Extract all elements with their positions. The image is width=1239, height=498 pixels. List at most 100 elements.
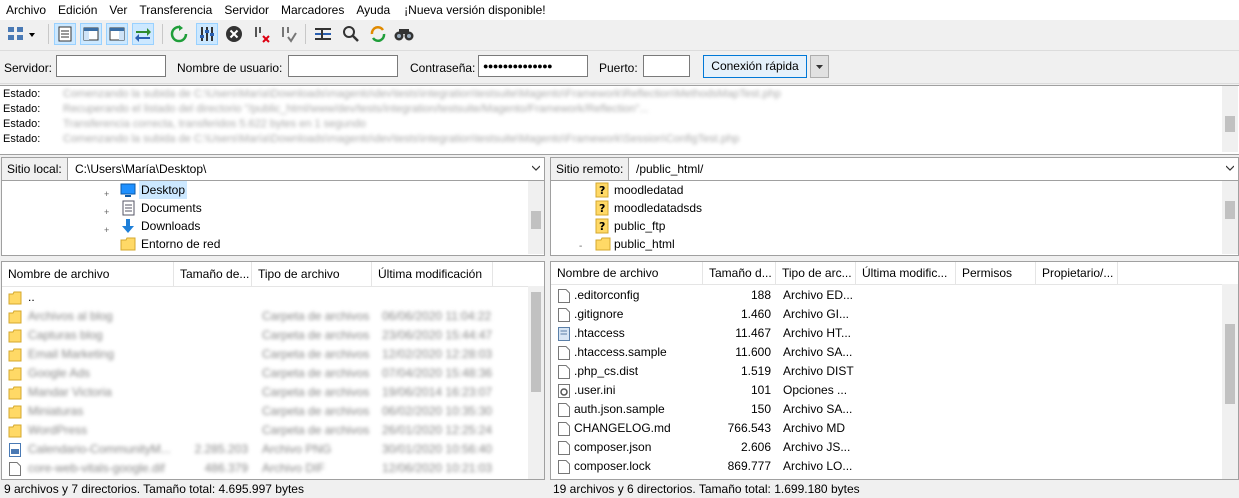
file-modified: 06/06/2020 11:04:22 xyxy=(382,309,492,323)
local-site-path[interactable]: C:\Users\María\Desktop\ xyxy=(75,158,206,180)
site-manager-button[interactable] xyxy=(4,23,38,45)
folder-icon xyxy=(8,424,22,438)
password-input[interactable]: ●●●●●●●●●●●●●● xyxy=(478,55,588,77)
file-name: .user.ini xyxy=(574,383,616,397)
tree-expander[interactable]: + xyxy=(104,185,109,203)
chevron-down-icon[interactable] xyxy=(532,164,540,172)
quickconnect-button[interactable]: Conexión rápida xyxy=(703,55,807,78)
log-label: Estado: xyxy=(3,118,41,130)
disconnect-button[interactable] xyxy=(251,23,273,45)
file-type: Carpeta de archivos xyxy=(262,309,370,323)
column-header-filename[interactable]: Nombre de archivo xyxy=(2,262,174,286)
search-button[interactable] xyxy=(393,23,415,45)
menu-marcadores[interactable]: Marcadores xyxy=(275,0,350,20)
table-row[interactable]: .php_cs.dist 1.519 Archivo DIST xyxy=(551,362,1238,381)
menu-edicion[interactable]: Edición xyxy=(52,0,103,20)
table-row[interactable]: Archivos al blog Carpeta de archivos 06/06… xyxy=(2,307,544,326)
table-row[interactable]: Google Ads Carpeta de archivos 07/04/2020 … xyxy=(2,364,544,383)
process-queue-button[interactable] xyxy=(196,23,218,45)
column-header-filename[interactable]: Nombre de archivo xyxy=(551,262,703,284)
table-row[interactable]: composer.json 2.606 Archivo JS... xyxy=(551,438,1238,457)
scrollbar-thumb[interactable] xyxy=(1225,324,1235,404)
column-header-type[interactable]: Tipo de arc... xyxy=(776,262,856,284)
tree-item-label: moodledatadsds xyxy=(614,201,703,215)
column-header-modified[interactable]: Última modific... xyxy=(856,262,956,284)
table-row[interactable]: auth.json.sample 150 Archivo SA... xyxy=(551,400,1238,419)
unknown-folder-icon: ? xyxy=(595,218,609,234)
scrollbar-thumb[interactable] xyxy=(1225,116,1235,132)
table-row[interactable]: core-web-vitals-google.dif 486.379 Archivo… xyxy=(2,459,544,478)
tree-expander[interactable]: - xyxy=(579,238,582,255)
reconnect-button[interactable] xyxy=(277,23,299,45)
remote-tree-scrollbar[interactable] xyxy=(1222,181,1238,254)
table-row[interactable]: composer.lock 869.777 Archivo LO... xyxy=(551,457,1238,476)
column-header-type[interactable]: Tipo de archivo xyxy=(252,262,372,286)
local-file-scrollbar[interactable] xyxy=(528,286,544,479)
table-row[interactable]: .gitignore 1.460 Archivo GI... xyxy=(551,305,1238,324)
file-name: composer.json xyxy=(574,440,652,454)
file-type: Carpeta de archivos xyxy=(262,347,370,361)
file-name: Calendario-CommunityM... xyxy=(28,442,171,456)
toggle-queue-button[interactable] xyxy=(132,23,154,45)
file-name: .gitignore xyxy=(574,307,624,321)
scrollbar-thumb[interactable] xyxy=(1225,201,1235,219)
column-header-owner[interactable]: Propietario/... xyxy=(1036,262,1118,284)
log-scrollbar[interactable] xyxy=(1222,86,1238,152)
column-header-size[interactable]: Tamaño d... xyxy=(703,262,776,284)
table-row[interactable]: .. xyxy=(2,288,544,307)
column-header-modified[interactable]: Última modificación xyxy=(372,262,493,286)
username-input[interactable] xyxy=(288,55,398,77)
scrollbar-thumb[interactable] xyxy=(531,292,541,392)
table-row[interactable]: Mandar Victoria Carpeta de archivos 19/06/… xyxy=(2,383,544,402)
table-row[interactable]: Calendario-CommunityM... 2.285.203 Archivo… xyxy=(2,440,544,459)
cancel-button[interactable] xyxy=(223,23,245,45)
filename-filter-button[interactable] xyxy=(312,23,334,45)
table-row[interactable]: Miniaturas Carpeta de archivos 06/02/2020 … xyxy=(2,402,544,421)
file-type: Archivo ED... xyxy=(783,288,854,302)
compare-button[interactable] xyxy=(340,23,362,45)
file-name: Miniaturas xyxy=(28,404,84,418)
file-icon xyxy=(558,460,570,474)
local-tree-scrollbar[interactable] xyxy=(528,181,544,254)
column-header-size[interactable]: Tamaño de... xyxy=(174,262,252,286)
tree-expander[interactable]: + xyxy=(104,221,109,239)
toggle-log-button[interactable] xyxy=(54,23,76,45)
chevron-down-icon[interactable] xyxy=(1226,164,1234,172)
toggle-remote-tree-button[interactable] xyxy=(106,23,128,45)
table-row[interactable]: WordPress Carpeta de archivos 26/01/2020 1… xyxy=(2,421,544,440)
remote-file-scrollbar[interactable] xyxy=(1222,284,1238,479)
toggle-log-icon xyxy=(58,26,72,42)
local-directory-tree: + Desktop + Documents + Downloads Entorn… xyxy=(1,181,545,256)
menu-servidor[interactable]: Servidor xyxy=(218,0,275,20)
file-name: CHANGELOG.md xyxy=(574,421,671,435)
table-row[interactable]: .editorconfig 188 Archivo ED... xyxy=(551,286,1238,305)
menu-ver[interactable]: Ver xyxy=(103,0,133,20)
quickconnect-dropdown[interactable] xyxy=(810,55,829,78)
server-input[interactable] xyxy=(56,55,166,77)
table-row[interactable]: Email Marketing Carpeta de archivos 12/02/… xyxy=(2,345,544,364)
file-size: 150 xyxy=(750,402,771,416)
tree-expander[interactable]: + xyxy=(104,203,109,221)
refresh-button[interactable] xyxy=(168,23,190,45)
file-type: Opciones ... xyxy=(783,383,848,397)
table-row[interactable]: CHANGELOG.md 766.543 Archivo MD xyxy=(551,419,1238,438)
remote-directory-tree: ? moodledatad ? moodledatadsds ? public_… xyxy=(550,181,1239,256)
table-row[interactable]: .user.ini 101 Opciones ... xyxy=(551,381,1238,400)
menu-ayuda[interactable]: Ayuda xyxy=(350,0,396,20)
scrollbar-thumb[interactable] xyxy=(531,211,541,229)
column-header-permissions[interactable]: Permisos xyxy=(956,262,1036,284)
menu-transferencia[interactable]: Transferencia xyxy=(133,0,218,20)
menu-archivo[interactable]: Archivo xyxy=(0,0,52,20)
menu-new-version[interactable]: ¡Nueva versión disponible! xyxy=(396,0,551,20)
site-manager-icon xyxy=(8,27,35,40)
file-name: auth.json.sample xyxy=(574,402,665,416)
table-row[interactable]: Capturas blog Carpeta de archivos 23/06/20… xyxy=(2,326,544,345)
toggle-local-tree-button[interactable] xyxy=(80,23,102,45)
file-type: Archivo JS... xyxy=(783,440,851,454)
table-row[interactable]: .htaccess.sample 11.600 Archivo SA... xyxy=(551,343,1238,362)
toolbar-separator xyxy=(162,24,163,44)
remote-site-path[interactable]: /public_html/ xyxy=(636,158,703,180)
table-row[interactable]: .htaccess 11.467 Archivo HT... xyxy=(551,324,1238,343)
sync-browse-button[interactable] xyxy=(367,23,389,45)
port-input[interactable] xyxy=(643,55,690,77)
